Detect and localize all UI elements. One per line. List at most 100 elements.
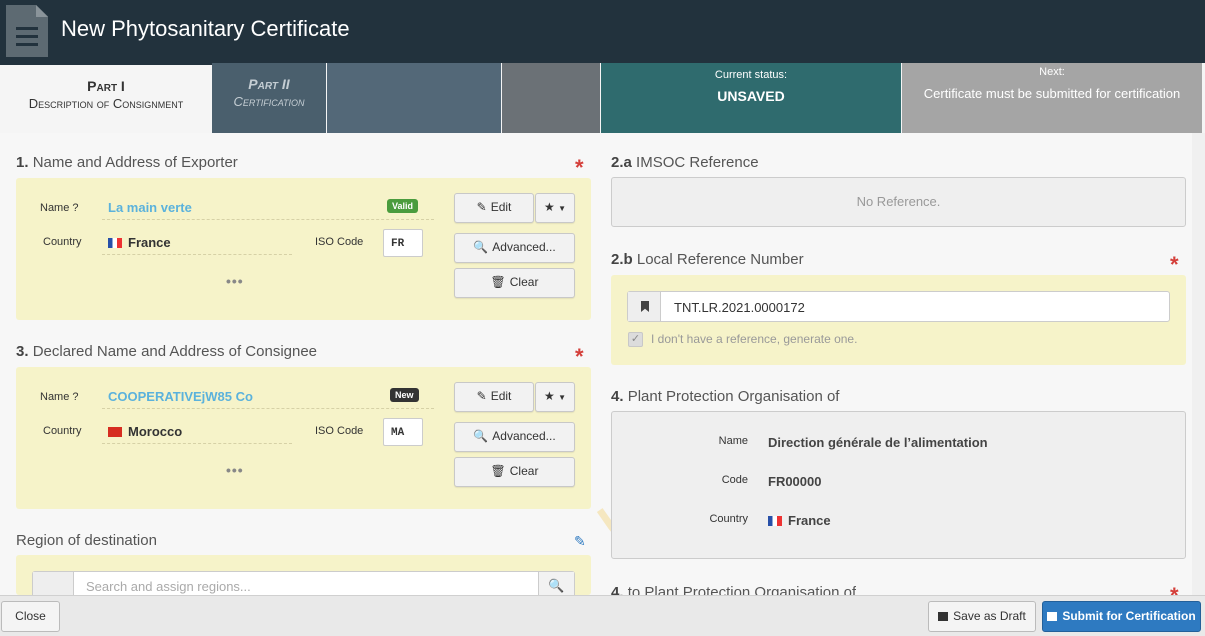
- star-icon: ★: [543, 200, 555, 214]
- document-icon: [6, 5, 48, 57]
- bookmark-icon: [628, 292, 661, 321]
- generate-reference-checkbox[interactable]: ✓: [628, 332, 643, 347]
- generate-reference-label: I don't have a reference, generate one.: [651, 332, 858, 346]
- imsoc-box: No Reference.: [611, 177, 1186, 227]
- consignee-name-link[interactable]: COOPERATIVEjW85 Co: [108, 389, 253, 404]
- next-step-value: Certificate must be submitted for certif…: [923, 86, 1181, 101]
- consignee-section-number: 3.: [16, 343, 29, 360]
- status-badge-valid: Valid: [387, 199, 419, 213]
- more-icon[interactable]: •••: [226, 273, 244, 289]
- morocco-flag-icon: [108, 427, 122, 437]
- caret-down-icon: ▼: [558, 393, 567, 402]
- exporter-name-label: Name ?: [40, 202, 79, 214]
- france-flag-icon: [108, 238, 122, 248]
- imsoc-value: No Reference.: [856, 194, 941, 209]
- ppo-name-value: Direction générale de l’alimentation: [768, 435, 988, 450]
- ppo-country-label: Country: [709, 513, 748, 525]
- more-icon[interactable]: •••: [226, 462, 244, 478]
- tab-part-2-subtitle: Certification: [233, 94, 305, 109]
- lrn-section-title: 2.b Local Reference Number: [611, 251, 804, 268]
- exporter-advanced-button[interactable]: 🔍 Advanced...: [454, 233, 575, 263]
- lrn-value: TNT.LR.2021.0000172: [674, 300, 805, 315]
- app-header: New Phytosanitary Certificate: [0, 0, 1205, 63]
- required-asterisk-icon: *: [1170, 583, 1179, 595]
- tab-part-1[interactable]: Part I Description of Consignment: [0, 63, 212, 133]
- archive-icon: [938, 612, 949, 621]
- exporter-section-title: 1. Name and Address of Exporter: [16, 154, 238, 171]
- ppo-section-title: 4. Plant Protection Organisation of: [611, 388, 839, 405]
- consignee-name-label: Name ?: [40, 391, 79, 403]
- consignee-advanced-button[interactable]: 🔍 Advanced...: [454, 422, 575, 452]
- imsoc-section-number: 2.a: [611, 154, 632, 171]
- ppo-to-section-number: 4.: [611, 584, 624, 595]
- help-icon: ?: [72, 391, 79, 403]
- ppo-to-section-title: 4. to Plant Protection Organisation of: [611, 584, 856, 595]
- tab-empty-1: [327, 63, 501, 133]
- scrollbar[interactable]: [1192, 133, 1205, 595]
- region-section-title: Region of destination: [16, 532, 157, 549]
- trash-icon: 🗑: [490, 275, 506, 289]
- consignee-edit-button[interactable]: ✎ Edit: [454, 382, 534, 412]
- consignee-favorite-dropdown[interactable]: ★ ▼: [535, 382, 575, 412]
- ppo-section-label: Plant Protection Organisation of: [627, 388, 840, 405]
- save-draft-button[interactable]: Save as Draft: [928, 601, 1036, 632]
- next-step-label: Next:: [1039, 66, 1065, 78]
- status-badge-new: New: [390, 388, 419, 402]
- star-icon: ★: [543, 389, 555, 403]
- exporter-iso-label: ISO Code: [315, 236, 364, 248]
- consignee-country-label: Country: [43, 425, 82, 437]
- imsoc-section-title: 2.a IMSOC Reference: [611, 154, 759, 171]
- divider: [102, 408, 434, 409]
- lrn-section-label: Local Reference Number: [636, 251, 804, 268]
- tab-empty-2: [502, 63, 600, 133]
- help-icon: ?: [72, 202, 79, 214]
- divider: [102, 254, 292, 255]
- consignee-section-label: Declared Name and Address of Consignee: [32, 343, 318, 360]
- ppo-to-section-label: to Plant Protection Organisation of: [627, 584, 857, 595]
- consignee-iso-label: ISO Code: [315, 425, 364, 437]
- page-title: New Phytosanitary Certificate: [61, 16, 350, 41]
- tab-part-2[interactable]: Part II Certification: [212, 63, 326, 133]
- consignee-section-title: 3. Declared Name and Address of Consigne…: [16, 343, 317, 360]
- caret-down-icon: ▼: [558, 204, 567, 213]
- ppo-code-value: FR00000: [768, 474, 822, 489]
- ppo-section-number: 4.: [611, 388, 624, 405]
- lrn-input[interactable]: TNT.LR.2021.0000172: [627, 291, 1170, 322]
- exporter-clear-button[interactable]: 🗑 Clear: [454, 268, 575, 298]
- consignee-country-value: Morocco: [108, 424, 182, 439]
- trash-icon: 🗑: [490, 464, 506, 478]
- exporter-iso-field: FR: [383, 229, 423, 257]
- exporter-name-link[interactable]: La main verte: [108, 200, 192, 215]
- imsoc-section-label: IMSOC Reference: [636, 154, 759, 171]
- consignee-iso-field: MA: [383, 418, 423, 446]
- exporter-edit-button[interactable]: ✎ Edit: [454, 193, 534, 223]
- ppo-name-label: Name: [718, 435, 748, 447]
- certificate-tabs: Part I Description of Consignment Part I…: [0, 63, 1205, 133]
- region-search-input[interactable]: Search and assign regions...: [86, 579, 251, 594]
- close-button[interactable]: Close: [1, 601, 60, 632]
- next-step-panel: Next: Certificate must be submitted for …: [902, 63, 1202, 133]
- france-flag-icon: [768, 516, 782, 526]
- divider: [102, 443, 292, 444]
- tab-part-2-title: Part II: [248, 76, 290, 92]
- edit-icon: ✎: [476, 200, 487, 214]
- submit-certification-button[interactable]: Submit for Certification: [1042, 601, 1201, 632]
- consignee-clear-button[interactable]: 🗑 Clear: [454, 457, 575, 487]
- ppo-code-label: Code: [721, 474, 748, 486]
- action-footer: Close Save as Draft Submit for Certifica…: [0, 595, 1205, 636]
- current-status-value: UNSAVED: [717, 88, 785, 104]
- search-icon: 🔍: [473, 240, 489, 254]
- current-status-panel: Current status: UNSAVED: [601, 63, 901, 133]
- exporter-section-label: Name and Address of Exporter: [32, 154, 238, 171]
- exporter-favorite-dropdown[interactable]: ★ ▼: [535, 193, 575, 223]
- lrn-section-number: 2.b: [611, 251, 633, 268]
- exporter-country-label: Country: [43, 236, 82, 248]
- edit-icon[interactable]: ✎: [574, 533, 586, 550]
- exporter-country-value: France: [108, 235, 171, 250]
- edit-icon: ✎: [476, 389, 487, 403]
- current-status-label: Current status:: [714, 69, 788, 81]
- ppo-country-value: France: [768, 513, 831, 528]
- exporter-section-number: 1.: [16, 154, 29, 171]
- archive-icon: [1047, 612, 1058, 621]
- search-icon: 🔍: [473, 429, 489, 443]
